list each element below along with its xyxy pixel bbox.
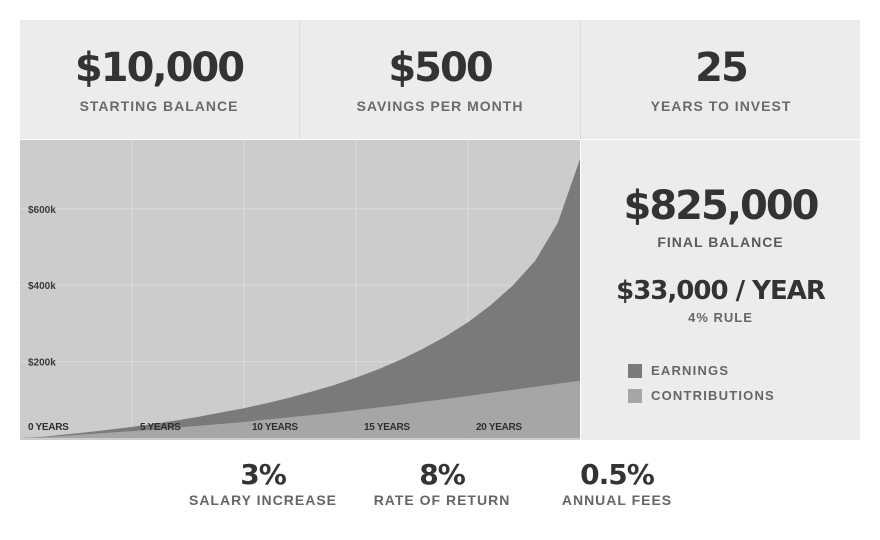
starting-balance-value: $10,000 (74, 45, 245, 91)
years-to-invest-value: 25 (695, 45, 749, 91)
yearly-income-value: $33,000 / YEAR (616, 276, 826, 306)
savings-per-month-label: SAVINGS PER MONTH (356, 98, 524, 114)
rule-label: 4% RULE (688, 310, 753, 325)
y-tick-label: $400k (28, 281, 56, 292)
annual-fees-label: ANNUAL FEES (561, 492, 673, 508)
legend-label-earnings: EARNINGS (651, 363, 730, 378)
y-tick-label: $200k (28, 358, 56, 369)
rate-of-return-stat[interactable]: 8% RATE OF RETURN (362, 458, 522, 508)
savings-per-month-stat[interactable]: $500 SAVINGS PER MONTH (299, 20, 580, 139)
salary-increase-label: SALARY INCREASE (188, 492, 338, 508)
final-balance-label: FINAL BALANCE (657, 234, 784, 250)
x-tick-label: 5 YEARS (140, 422, 181, 433)
years-to-invest-stat[interactable]: 25 YEARS TO INVEST (580, 20, 861, 139)
salary-increase-stat[interactable]: 3% SALARY INCREASE (183, 458, 343, 508)
annual-fees-stat[interactable]: 0.5% ANNUAL FEES (537, 458, 697, 508)
top-stats-panel: $10,000 STARTING BALANCE $500 SAVINGS PE… (20, 20, 860, 139)
contributions-swatch (628, 389, 642, 403)
rate-of-return-label: RATE OF RETURN (373, 492, 511, 508)
legend-label-contributions: CONTRIBUTIONS (651, 388, 775, 403)
annual-fees-value: 0.5% (580, 458, 655, 491)
savings-per-month-value: $500 (388, 45, 493, 91)
years-to-invest-label: YEARS TO INVEST (650, 98, 792, 114)
salary-increase-value: 3% (240, 458, 287, 491)
earnings-swatch (628, 364, 642, 378)
x-tick-label: 0 YEARS (28, 422, 69, 433)
rate-of-return-value: 8% (419, 458, 466, 491)
x-tick-label: 15 YEARS (364, 422, 410, 433)
growth-chart: $200k $400k $600k 0 YEARS 5 YEARS 10 YEARS 15 … (20, 140, 580, 440)
x-tick-label: 20 YEARS (476, 422, 522, 433)
y-tick-label: $600k (28, 205, 56, 216)
x-tick-label: 10 YEARS (252, 422, 298, 433)
starting-balance-stat[interactable]: $10,000 STARTING BALANCE (20, 20, 298, 139)
final-balance-value: $825,000 (623, 183, 819, 229)
starting-balance-label: STARTING BALANCE (79, 98, 239, 114)
result-panel: $825,000 FINAL BALANCE $33,000 / YEAR 4%… (581, 140, 860, 440)
growth-chart-svg: $200k $400k $600k 0 YEARS 5 YEARS 10 YEARS 15 … (20, 140, 580, 440)
